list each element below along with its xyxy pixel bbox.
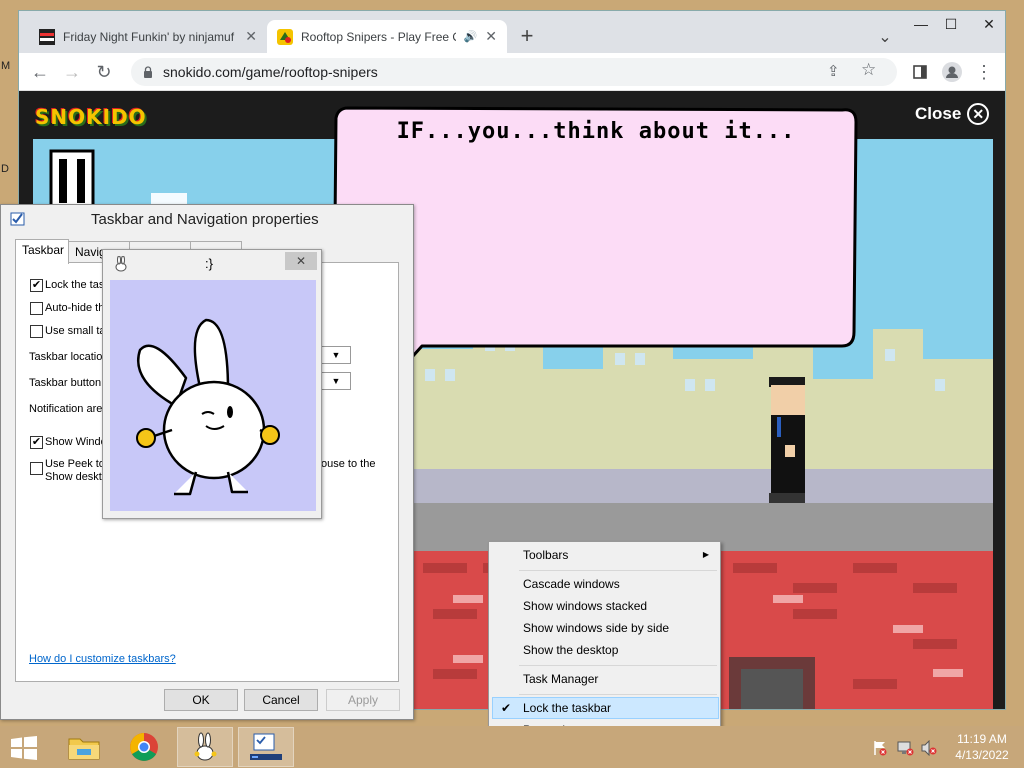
close-game-button[interactable]: Close ✕ <box>915 103 990 125</box>
lock-icon <box>144 66 152 78</box>
taskbar-location-select[interactable]: ▼ <box>321 346 351 364</box>
option-label: Use Peek to <box>45 458 105 470</box>
browser-tab-fnf[interactable]: Friday Night Funkin' by ninjamuf ✕ <box>29 20 267 53</box>
snokido-logo[interactable]: SNOKIDO <box>35 105 147 129</box>
bunny-illustration <box>110 280 316 511</box>
bookmark-star-icon[interactable]: ☆ <box>861 60 876 80</box>
cancel-button[interactable]: Cancel <box>244 689 318 711</box>
profile-avatar-icon[interactable] <box>939 59 965 85</box>
reload-icon[interactable]: ↻ <box>91 59 117 85</box>
address-bar[interactable]: snokido.com/game/rooftop-snipers ⇪ ☆ <box>131 58 897 86</box>
taskbar-properties-icon <box>250 733 282 760</box>
desktop-icon-label: M <box>1 60 11 72</box>
menu-separator <box>519 570 717 571</box>
network-icon[interactable] <box>897 740 915 759</box>
taskbar-file-explorer[interactable] <box>56 727 112 767</box>
tab-close-icon[interactable]: ✕ <box>245 28 257 45</box>
option-label: Lock the tas <box>45 279 105 291</box>
forward-icon[interactable]: → <box>59 59 85 85</box>
folder-icon <box>68 738 100 760</box>
tab-close-icon[interactable]: ✕ <box>485 28 497 45</box>
option-label: Show deskto <box>45 471 108 483</box>
start-button[interactable] <box>10 736 38 763</box>
menu-item-side-by-side[interactable]: Show windows side by side <box>492 617 719 639</box>
apply-button[interactable]: Apply <box>326 689 400 711</box>
menu-item-toolbars[interactable]: Toolbars ▶ <box>492 544 719 566</box>
tab-search-icon[interactable]: ⌄ <box>871 27 899 49</box>
url-text: snokido.com/game/rooftop-snipers <box>163 64 378 80</box>
tab-taskbar[interactable]: Taskbar <box>15 239 69 264</box>
new-tab-button[interactable]: + <box>515 24 539 48</box>
tab-strip: Friday Night Funkin' by ninjamuf ✕ Rooft… <box>19 11 1005 53</box>
back-icon[interactable]: ← <box>27 59 53 85</box>
popup-close-button[interactable]: ✕ <box>285 252 317 270</box>
tab-title: Rooftop Snipers - Play Free O <box>301 29 456 44</box>
fnf-favicon-icon <box>39 28 55 45</box>
menu-item-task-manager[interactable]: Task Manager <box>492 668 719 690</box>
dialog-title: Taskbar and Navigation properties <box>91 211 319 228</box>
bunny-taskbar-icon <box>194 732 217 761</box>
taskbar-properties-app[interactable] <box>238 727 294 767</box>
menu-item-show-desktop[interactable]: Show the desktop <box>492 639 719 661</box>
menu-item-lock-taskbar[interactable]: ✔ Lock the taskbar <box>492 697 719 719</box>
auto-hide-checkbox[interactable] <box>30 302 43 315</box>
taskbar-bunny-app[interactable] <box>177 727 233 767</box>
windows-taskbar: 11:19 AM 4/13/2022 <box>0 726 1024 768</box>
taskbar-chrome[interactable] <box>116 727 172 767</box>
field-label: Taskbar locatio <box>29 351 103 363</box>
speech-text: IF...you...think about it... <box>396 119 796 144</box>
field-label: Taskbar button <box>29 377 102 389</box>
taskbar-buttons-select[interactable]: ▼ <box>321 372 351 390</box>
option-label: ouse to the <box>321 458 376 470</box>
menu-item-stacked[interactable]: Show windows stacked <box>492 595 719 617</box>
checkmark-icon: ✔ <box>501 701 512 715</box>
desktop-icon-label: D <box>1 163 9 175</box>
system-clock[interactable]: 11:19 AM 4/13/2022 <box>942 731 1022 763</box>
popup-title: :} <box>205 256 213 271</box>
side-panel-icon[interactable] <box>907 59 933 85</box>
option-label: Auto-hide th <box>45 302 105 314</box>
properties-check-icon <box>10 212 25 226</box>
minimize-button[interactable]: — <box>907 13 935 35</box>
tab-title: Friday Night Funkin' by ninjamuf <box>63 29 235 44</box>
menu-separator <box>519 665 717 666</box>
close-window-button[interactable]: ✕ <box>975 13 1003 35</box>
taskbar-context-menu: Toolbars ▶ Cascade windows Show windows … <box>488 541 721 743</box>
submenu-arrow-icon: ▶ <box>702 550 709 559</box>
small-buttons-checkbox[interactable] <box>30 325 43 338</box>
option-label: Use small ta <box>45 325 106 337</box>
option-label: Show Windo <box>45 436 107 448</box>
speaker-icon[interactable]: 🔊 <box>464 30 478 43</box>
chrome-icon <box>130 733 158 761</box>
field-label: Notification are <box>29 403 103 415</box>
menu-item-label: Lock the taskbar <box>523 701 612 715</box>
volume-muted-icon[interactable] <box>920 739 938 759</box>
maximize-button[interactable]: ☐ <box>937 13 965 35</box>
bunny-popup-window: :} ✕ <box>102 249 322 519</box>
action-center-icon[interactable] <box>872 740 888 759</box>
lock-taskbar-checkbox[interactable]: ✔ <box>30 279 43 292</box>
clock-date: 4/13/2022 <box>955 748 1009 762</box>
ok-button[interactable]: OK <box>164 689 238 711</box>
menu-kebab-icon[interactable]: ⋮ <box>971 59 997 85</box>
share-icon[interactable]: ⇪ <box>827 62 840 80</box>
bunny-app-icon <box>115 256 127 272</box>
browser-tab-rooftop[interactable]: Rooftop Snipers - Play Free O 🔊 ✕ <box>267 20 507 53</box>
close-circle-icon: ✕ <box>967 103 990 125</box>
menu-separator <box>519 694 717 695</box>
browser-toolbar: ← → ↻ snokido.com/game/rooftop-snipers ⇪… <box>19 53 1005 91</box>
show-windows-checkbox[interactable]: ✔ <box>30 436 43 449</box>
snokido-favicon-icon <box>277 28 293 45</box>
use-peek-checkbox[interactable] <box>30 462 43 475</box>
windows-logo-icon <box>11 736 37 760</box>
menu-item-cascade[interactable]: Cascade windows <box>492 573 719 595</box>
help-link[interactable]: How do I customize taskbars? <box>29 653 176 665</box>
clock-time: 11:19 AM <box>957 732 1007 746</box>
close-game-label: Close <box>915 104 962 123</box>
menu-item-label: Toolbars <box>523 548 569 562</box>
